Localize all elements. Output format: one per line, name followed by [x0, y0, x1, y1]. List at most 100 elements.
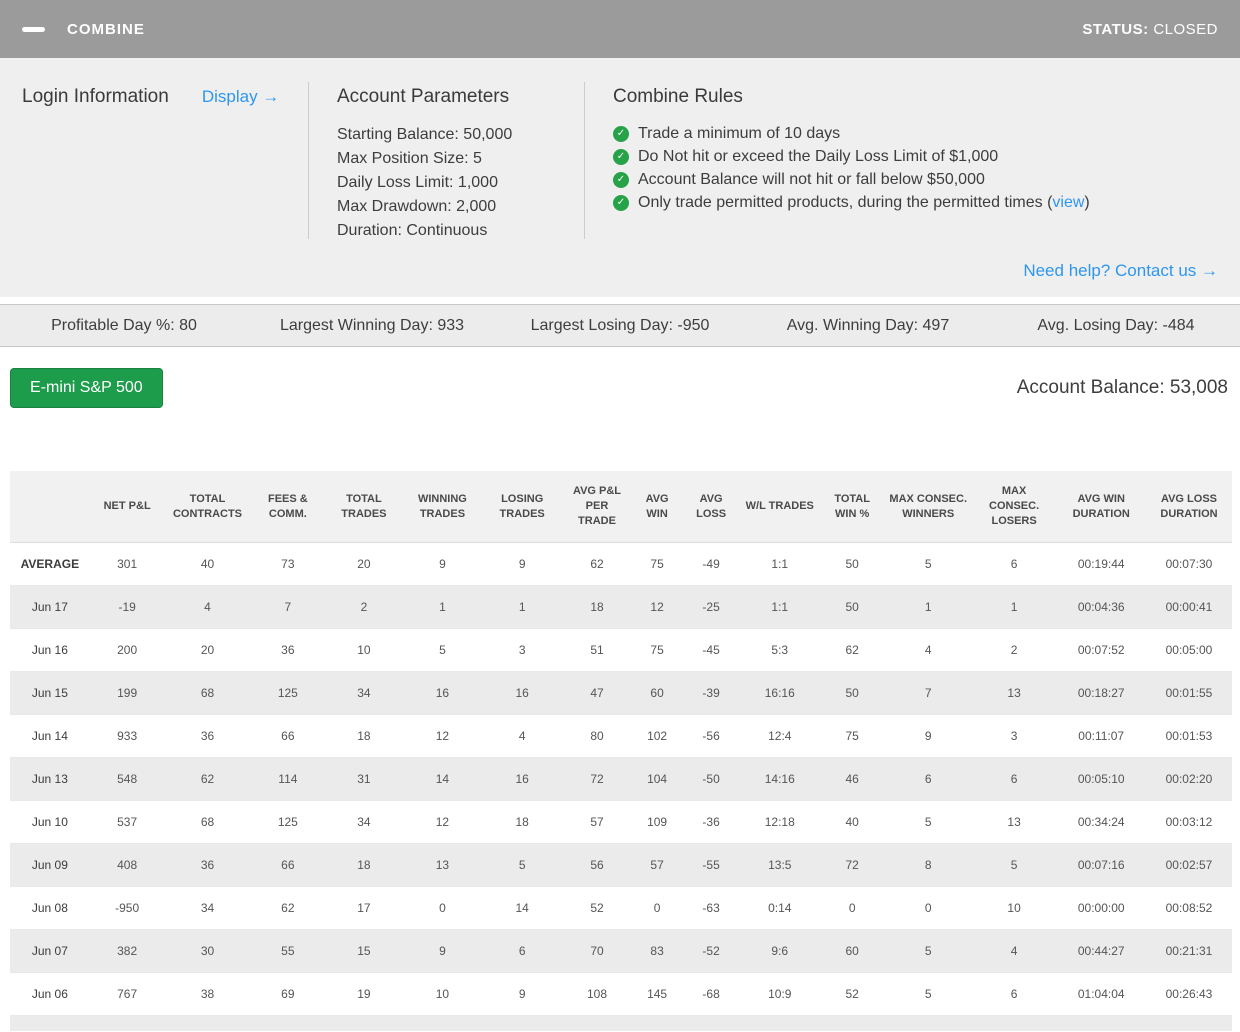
- table-cell: 5: [402, 628, 483, 672]
- row-label: Jun 06: [10, 972, 90, 1016]
- table-cell: 1:1: [739, 585, 820, 629]
- table-cell: 52: [819, 972, 885, 1016]
- table-cell: 5: [884, 929, 972, 973]
- table-cell: 18: [562, 585, 632, 629]
- rule-item: ✓ Account Balance will not hit or fall be…: [613, 168, 1218, 191]
- table-cell: 00:01:53: [1145, 714, 1232, 758]
- table-cell: 104: [631, 757, 683, 801]
- table-cell: 102: [631, 714, 683, 758]
- column-header: TOTAL CONTRACTS: [164, 471, 251, 543]
- table-cell: 62: [164, 757, 251, 801]
- table-cell: 301: [89, 542, 165, 586]
- table-cell: 9:6: [739, 929, 820, 973]
- table-cell: 00:07:30: [1145, 542, 1232, 586]
- table-cell: -950: [89, 886, 165, 930]
- help-row: Need help? Contact us →: [22, 243, 1218, 289]
- contact-us-link[interactable]: Need help? Contact us →: [1023, 261, 1218, 280]
- table-row: Jun 14 933 36 66 18 12 4 80 102 -56 12:4 75 9 3 00:11:…: [10, 714, 1232, 758]
- table-cell: 34: [325, 800, 403, 844]
- table-cell: 0: [631, 886, 683, 930]
- table-cell: 10: [971, 886, 1057, 930]
- clipped-next-row: [10, 1016, 1232, 1031]
- table-cell: 199: [89, 671, 165, 715]
- table-cell: 18: [325, 714, 403, 758]
- table-cell: 1: [971, 585, 1057, 629]
- view-link[interactable]: view: [1052, 191, 1084, 214]
- display-link[interactable]: Display →: [202, 87, 279, 107]
- table-cell: 00:08:52: [1145, 886, 1232, 930]
- table-cell: 40: [164, 542, 251, 586]
- table-cell: -45: [682, 628, 740, 672]
- table-cell: -63: [682, 886, 740, 930]
- table-cell: 00:05:00: [1145, 628, 1232, 672]
- table-cell: 13: [971, 671, 1057, 715]
- table-cell: 16: [482, 757, 563, 801]
- column-header: NET P&L: [89, 471, 165, 543]
- stat-item: Avg. Losing Day: -484: [1037, 316, 1195, 334]
- column-header: AVG P&L PER TRADE: [562, 471, 632, 543]
- table-cell: 00:11:07: [1056, 714, 1146, 758]
- row-label: Jun 17: [10, 585, 90, 629]
- table-cell: 00:34:24: [1056, 800, 1146, 844]
- table-cell: 00:26:43: [1145, 972, 1232, 1016]
- table-cell: 9: [884, 714, 972, 758]
- table-cell: 1: [482, 585, 563, 629]
- rule-text: ): [1084, 194, 1090, 211]
- account-balance: Account Balance: 53,008: [1016, 377, 1228, 398]
- column-header: AVG WIN: [631, 471, 683, 543]
- row-label: Jun 09: [10, 843, 90, 887]
- stat-item: Profitable Day %: 80: [51, 316, 197, 334]
- table-cell: 109: [631, 800, 683, 844]
- product-button[interactable]: E-mini S&P 500: [10, 368, 163, 408]
- row-label: Jun 10: [10, 800, 90, 844]
- table-cell: 18: [325, 843, 403, 887]
- table-row: Jun 10 537 68 125 34 12 18 57 109 -36 12:18 40 5 13 00…: [10, 800, 1232, 844]
- table-cell: -52: [682, 929, 740, 973]
- table-cell: -56: [682, 714, 740, 758]
- rule-item: ✓ Only trade permitted products, during t…: [613, 191, 1218, 214]
- table-cell: -68: [682, 972, 740, 1016]
- table-cell: 00:02:20: [1145, 757, 1232, 801]
- account-parameters-section: Account Parameters Starting Balance: 50,…: [309, 78, 584, 243]
- table-cell: 73: [250, 542, 326, 586]
- row-label: Jun 13: [10, 757, 90, 801]
- table-cell: 56: [562, 843, 632, 887]
- table-cell: 12: [402, 714, 483, 758]
- rule-text: Only trade permitted products, during th…: [638, 194, 1053, 211]
- table-cell: 00:21:31: [1145, 929, 1232, 973]
- table-cell: 75: [819, 714, 885, 758]
- rule-item: ✓ Trade a minimum of 10 days: [613, 122, 1218, 145]
- table-cell: 6: [482, 929, 563, 973]
- parameter-line: Max Drawdown: 2,000: [337, 198, 497, 215]
- table-cell: 4: [971, 929, 1057, 973]
- table-cell: 7: [884, 671, 972, 715]
- table-cell: 00:07:52: [1056, 628, 1146, 672]
- table-cell: 200: [89, 628, 165, 672]
- table-cell: 5: [884, 972, 972, 1016]
- table-cell: 548: [89, 757, 165, 801]
- table-cell: 767: [89, 972, 165, 1016]
- table-cell: 30: [164, 929, 251, 973]
- table-cell: 1:1: [739, 542, 820, 586]
- table-cell: 00:07:16: [1056, 843, 1146, 887]
- table-cell: 00:03:12: [1145, 800, 1232, 844]
- table-cell: 52: [562, 886, 632, 930]
- table-cell: 31: [325, 757, 403, 801]
- column-header: TOTAL TRADES: [325, 471, 403, 543]
- table-cell: 0:14: [739, 886, 820, 930]
- row-label: Jun 08: [10, 886, 90, 930]
- column-header: LOSING TRADES: [482, 471, 563, 543]
- table-cell: -49: [682, 542, 740, 586]
- table-cell: 47: [562, 671, 632, 715]
- table-cell: 16: [482, 671, 563, 715]
- table-cell: 80: [562, 714, 632, 758]
- table-cell: 13: [971, 800, 1057, 844]
- table-cell: 13:5: [739, 843, 820, 887]
- rule-text: Account Balance will not hit or fall bel…: [638, 171, 985, 188]
- column-header: W/L TRADES: [739, 471, 820, 543]
- table-cell: 36: [164, 843, 251, 887]
- table-cell: 14: [482, 886, 563, 930]
- table-cell: 57: [562, 800, 632, 844]
- column-header: WINNING TRADES: [402, 471, 483, 543]
- minimize-icon[interactable]: [22, 26, 45, 32]
